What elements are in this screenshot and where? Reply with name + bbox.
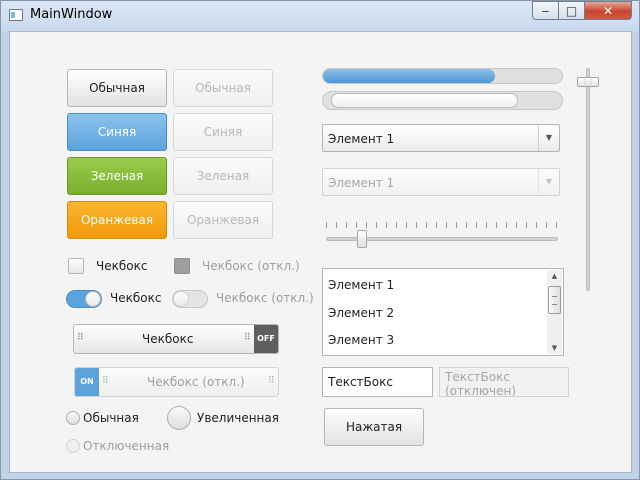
grip-icon: ⠿	[77, 333, 84, 343]
checkbox-disabled-label: Чекбокс (откл.)	[202, 259, 300, 273]
grip-icon: ⠿	[268, 376, 275, 386]
slider-tick	[386, 222, 387, 228]
toggle-switch-label: Чекбокс	[110, 291, 162, 305]
chevron-down-icon: ▼	[538, 169, 559, 195]
slider-tick	[466, 222, 467, 228]
scrollbar-thumb[interactable]	[331, 93, 518, 108]
slider-tick	[346, 222, 347, 228]
orange-button-disabled: Оранжевая	[173, 201, 273, 239]
close-icon: ✕	[602, 4, 614, 18]
slide-switch-disabled: ON ⠿ Чекбокс (откл.) ⠿	[74, 367, 279, 397]
combo-box-disabled-value: Элемент 1	[328, 176, 395, 190]
normal-button[interactable]: Обычная	[67, 69, 167, 107]
scroll-up-icon[interactable]: ▲	[547, 270, 562, 282]
radio-disabled	[66, 439, 80, 453]
text-box-disabled: ТекстБокс (отключен)	[439, 367, 569, 397]
text-box[interactable]: ТекстБокс	[322, 367, 433, 397]
combo-box-disabled: Элемент 1 ▼	[322, 168, 560, 196]
radio-large-label: Увеличенная	[197, 411, 279, 425]
combo-box-value: Элемент 1	[328, 132, 395, 146]
slider-tick	[456, 222, 457, 228]
slider-tick	[446, 222, 447, 228]
checkbox[interactable]	[68, 258, 84, 274]
chevron-down-icon[interactable]: ▼	[538, 125, 559, 151]
minimize-button[interactable]: ‒	[532, 1, 559, 20]
checkbox-label: Чекбокс	[96, 259, 148, 273]
progress-bar	[322, 68, 563, 84]
green-button[interactable]: Зеленая	[67, 157, 167, 195]
toggle-switch[interactable]	[66, 290, 102, 308]
slider-tick	[436, 222, 437, 228]
close-button[interactable]: ✕	[584, 1, 632, 20]
radio-disabled-label: Отключенная	[83, 439, 170, 453]
slider-tick	[366, 222, 367, 228]
maximize-button[interactable]: □	[558, 1, 585, 20]
slider-tick	[356, 222, 357, 228]
scroll-down-icon[interactable]: ▼	[547, 342, 562, 354]
list-scrollbar-thumb[interactable]	[548, 286, 561, 314]
slider-tick	[526, 222, 527, 228]
slider-tick	[326, 222, 327, 228]
toggle-knob	[85, 291, 101, 307]
green-button-disabled: Зеленая	[173, 157, 273, 195]
list-item[interactable]: Элемент 2	[328, 306, 394, 320]
title-bar[interactable]: MainWindow ‒ □ ✕	[1, 1, 639, 31]
slider-tick	[506, 222, 507, 228]
list-scrollbar[interactable]: ▲ ▼	[547, 270, 562, 354]
slider-tick	[516, 222, 517, 228]
vertical-slider-track[interactable]	[586, 68, 590, 291]
normal-button-disabled: Обычная	[173, 69, 273, 107]
slider-ticks	[326, 222, 557, 228]
slider-tick	[376, 222, 377, 228]
toggle-switch-disabled-label: Чекбокс (откл.)	[216, 291, 314, 305]
orange-button[interactable]: Оранжевая	[67, 201, 167, 239]
window-title: MainWindow	[30, 7, 113, 22]
grip-icon: ⠿	[102, 376, 109, 386]
slider-tick	[486, 222, 487, 228]
slider-tick	[476, 222, 477, 228]
slider-tick	[406, 222, 407, 228]
checkbox-disabled	[174, 258, 190, 274]
blue-button[interactable]: Синяя	[67, 113, 167, 151]
switch-state-on: ON	[75, 368, 99, 396]
horizontal-scrollbar[interactable]	[322, 91, 563, 110]
radio-large[interactable]	[167, 406, 191, 430]
slider-tick	[396, 222, 397, 228]
slide-switch-label: Чекбокс	[142, 332, 194, 346]
slider-tick	[496, 222, 497, 228]
combo-box[interactable]: Элемент 1 ▼	[322, 124, 560, 152]
app-window-icon	[9, 9, 23, 21]
slider-tick	[336, 222, 337, 228]
toggle-knob-disabled	[173, 291, 189, 307]
toggle-switch-disabled	[172, 290, 208, 308]
pressed-button[interactable]: Нажатая	[324, 408, 424, 446]
minimize-icon: ‒	[541, 4, 550, 18]
switch-state-off: OFF	[254, 325, 278, 353]
progress-fill	[323, 69, 496, 83]
slide-switch-disabled-label: Чекбокс (откл.)	[147, 375, 245, 389]
main-window: MainWindow ‒ □ ✕ Обычная Обычная Синяя С…	[0, 0, 640, 480]
slide-switch[interactable]: ⠿ Чекбокс ⠿ OFF	[73, 324, 279, 354]
radio-normal[interactable]	[66, 411, 80, 425]
maximize-icon: □	[565, 4, 578, 18]
blue-button-disabled: Синяя	[173, 113, 273, 151]
slider-tick	[546, 222, 547, 228]
grip-icon: ⠿	[244, 333, 251, 343]
vertical-slider-thumb[interactable]: ⋮⋮	[577, 77, 599, 87]
slider-tick	[416, 222, 417, 228]
radio-normal-label: Обычная	[83, 411, 139, 425]
slider-thumb[interactable]	[357, 230, 367, 248]
list-item[interactable]: Элемент 1	[328, 278, 394, 292]
slider-tick	[556, 222, 557, 228]
list-box[interactable]: Элемент 1 Элемент 2 Элемент 3 ▲ ▼	[322, 268, 564, 356]
slider-tick	[426, 222, 427, 228]
list-item[interactable]: Элемент 3	[328, 333, 394, 347]
client-area: Обычная Обычная Синяя Синяя Зеленая Зеле…	[9, 31, 632, 473]
slider-tick	[536, 222, 537, 228]
